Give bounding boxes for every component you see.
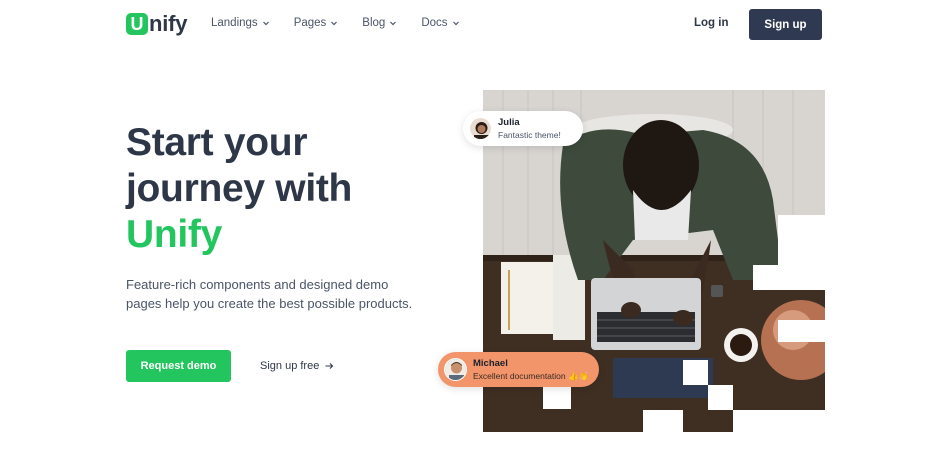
nav-item-docs[interactable]: Docs <box>421 17 459 29</box>
person-icon <box>470 118 491 139</box>
avatar <box>469 117 492 140</box>
arrow-right-icon <box>325 363 334 369</box>
hero-title: Start your journey with Unify <box>126 120 352 258</box>
testimonial-message: Fantastic theme! <box>498 129 561 140</box>
hero-title-line-2: journey with <box>126 167 353 210</box>
login-link[interactable]: Log in <box>694 17 729 29</box>
testimonial-name: Julia <box>498 116 520 128</box>
testimonial-name: Michael <box>473 357 508 369</box>
logo-mark: U <box>126 13 148 35</box>
decorative-block <box>753 265 778 290</box>
chevron-down-icon <box>331 21 338 26</box>
decorative-block <box>708 385 733 410</box>
chevron-down-icon <box>452 21 459 26</box>
testimonial-message: Excellent documentation 👍👏 <box>473 370 590 381</box>
decorative-block <box>543 387 571 409</box>
nav-item-pages[interactable]: Pages <box>294 17 339 29</box>
nav-item-label: Docs <box>421 17 448 29</box>
signup-button[interactable]: Sign up <box>749 9 822 40</box>
testimonial-card-michael: Michael Excellent documentation 👍👏 <box>438 352 599 387</box>
decorative-block <box>683 360 708 385</box>
signup-free-link[interactable]: Sign up free <box>260 360 334 372</box>
decorative-block <box>778 320 825 342</box>
nav-item-landings[interactable]: Landings <box>211 17 270 29</box>
request-demo-button[interactable]: Request demo <box>126 350 231 382</box>
person-icon <box>445 359 466 380</box>
avatar <box>444 358 467 381</box>
nav-item-blog[interactable]: Blog <box>362 17 397 29</box>
chevron-down-icon <box>262 21 269 26</box>
decorative-block <box>778 215 825 290</box>
hero-title-line-1: Start your <box>126 121 308 164</box>
nav-item-label: Landings <box>211 17 258 29</box>
logo-text: nify <box>149 11 188 36</box>
nav-item-label: Pages <box>293 17 327 29</box>
chevron-down-icon <box>390 21 397 26</box>
testimonial-card-julia: Julia Fantastic theme! <box>463 111 583 146</box>
main-nav: Landings Pages Blog Docs <box>211 17 460 29</box>
signup-free-label: Sign up free <box>260 360 320 372</box>
hero-title-accent: Unify <box>126 213 223 256</box>
nav-item-label: Blog <box>362 17 386 29</box>
decorative-block <box>733 410 825 432</box>
site-header: U nify Landings Pages Blog Docs Log in S… <box>0 0 950 50</box>
decorative-block <box>643 410 683 432</box>
hero-description: Feature-rich components and designed dem… <box>126 277 413 311</box>
brand-logo[interactable]: U nify <box>126 11 188 36</box>
